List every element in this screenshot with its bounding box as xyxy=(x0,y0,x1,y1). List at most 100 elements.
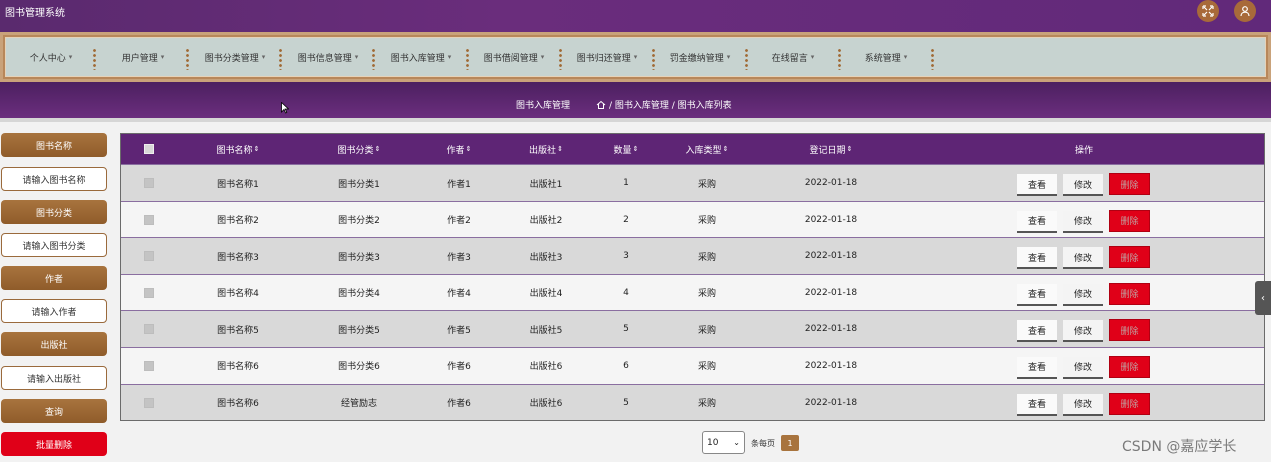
view-button[interactable]: 查看 xyxy=(1017,283,1057,306)
row-checkbox[interactable] xyxy=(139,385,159,421)
table-cell: 经管励志 xyxy=(340,399,377,410)
column-header-label: 图书名称 xyxy=(216,145,253,156)
row-checkbox[interactable] xyxy=(139,311,159,347)
checkbox-icon xyxy=(144,214,154,225)
checkbox-icon xyxy=(144,397,154,408)
table-cell: 作者5 xyxy=(447,325,471,336)
nav-item-personal-center[interactable]: 个人中心 ▾ xyxy=(5,37,97,77)
nav-item-book-return[interactable]: 图书归还管理 ▾ xyxy=(561,37,653,77)
table-cell: 图书分类2 xyxy=(338,216,380,227)
publisher-input[interactable]: 请输入出版社 xyxy=(1,366,107,390)
delete-button[interactable]: 删除 xyxy=(1109,282,1150,305)
edit-button[interactable]: 修改 xyxy=(1063,210,1103,233)
table-cell: 作者3 xyxy=(447,252,471,263)
sort-icon: ⇕ xyxy=(632,145,639,153)
stock-in-table: 图书名称 ⇕ 图书分类 ⇕ 作者 ⇕ 出版社 ⇕ 数量 ⇕ 入库类型 ⇕ 登记日期 ⇕ 操作 … xyxy=(120,133,1265,422)
author-input[interactable]: 请输入作者 xyxy=(1,299,107,323)
delete-button[interactable]: 删除 xyxy=(1109,209,1150,232)
view-button[interactable]: 查看 xyxy=(1017,393,1057,416)
edit-button[interactable]: 修改 xyxy=(1063,320,1103,343)
table-cell: 作者2 xyxy=(447,216,471,227)
view-button[interactable]: 查看 xyxy=(1017,174,1057,196)
table-cell: 图书名称2 xyxy=(217,216,259,227)
nav-item-book-stock-in[interactable]: 图书入库管理 ▾ xyxy=(375,37,467,77)
edit-button[interactable]: 修改 xyxy=(1063,283,1103,306)
batch-delete-button[interactable]: 批量删除 xyxy=(1,432,107,456)
user-icon[interactable] xyxy=(1234,0,1256,22)
table-cell: 作者6 xyxy=(447,399,471,410)
nav-item-label: 图书归还管理 xyxy=(576,53,631,64)
view-button[interactable]: 查看 xyxy=(1017,210,1057,233)
table-row: 图书名称6 经管励志 作者6 出版社6 5 采购 2022-01-18 查看 修改 删除 xyxy=(121,383,1264,421)
chevron-down-icon: ▾ xyxy=(160,53,165,61)
page-size-select[interactable]: 10 ⌄ xyxy=(702,431,745,454)
nav-item-book-borrow[interactable]: 图书借阅管理 ▾ xyxy=(468,37,560,77)
row-checkbox[interactable] xyxy=(139,202,159,238)
top-bar: 图书管理系统 xyxy=(0,0,1271,32)
table-cell: 出版社4 xyxy=(529,289,563,300)
table-body: 图书名称1 图书分类1 作者1 出版社1 1 采购 2022-01-18 查看 修改 删除图书名称… xyxy=(121,164,1264,421)
checkbox-icon xyxy=(144,324,154,335)
view-button[interactable]: 查看 xyxy=(1017,356,1057,379)
table-cell: 出版社3 xyxy=(529,252,563,263)
column-header-publisher[interactable]: 出版社 ⇕ xyxy=(501,134,591,164)
sort-icon: ⇕ xyxy=(846,145,853,153)
table-cell: 图书分类4 xyxy=(338,289,380,300)
chevron-down-icon: ▾ xyxy=(354,53,359,61)
search-button[interactable]: 查询 xyxy=(1,399,107,423)
delete-button[interactable]: 删除 xyxy=(1109,173,1150,195)
table-cell: 图书分类1 xyxy=(338,179,380,190)
home-icon[interactable] xyxy=(596,100,606,110)
row-checkbox[interactable] xyxy=(139,165,159,201)
table-cell: 图书分类6 xyxy=(338,362,380,373)
column-header-stock-type[interactable]: 入库类型 ⇕ xyxy=(661,134,753,164)
page-button-current[interactable]: 1 xyxy=(781,435,799,451)
collapse-panel-handle[interactable]: ‹ xyxy=(1255,281,1271,315)
table-cell: 采购 xyxy=(697,325,716,336)
nav-item-label: 系统管理 xyxy=(864,53,901,64)
fullscreen-icon[interactable] xyxy=(1197,0,1219,22)
page-title: 图书入库管理 xyxy=(516,101,571,111)
table-cell: 图书名称6 xyxy=(217,399,259,410)
table-cell: 2022-01-18 xyxy=(804,287,858,298)
column-header-quantity[interactable]: 数量 ⇕ xyxy=(591,134,661,164)
per-page-label: 条每页 xyxy=(751,439,775,448)
nav-item-online-message[interactable]: 在线留言 ▾ xyxy=(747,37,839,77)
column-header-category[interactable]: 图书分类 ⇕ xyxy=(314,134,404,164)
nav-item-book-category[interactable]: 图书分类管理 ▾ xyxy=(189,37,281,77)
breadcrumb-path[interactable]: / 图书入库管理 / 图书入库列表 xyxy=(609,98,732,111)
table-row: 图书名称1 图书分类1 作者1 出版社1 1 采购 2022-01-18 查看 修改 删除 xyxy=(121,164,1264,201)
column-header-date[interactable]: 登记日期 ⇕ xyxy=(781,134,881,164)
nav-item-label: 用户管理 xyxy=(121,53,158,64)
edit-button[interactable]: 修改 xyxy=(1063,393,1103,416)
table-row: 图书名称4 图书分类4 作者4 出版社4 4 采购 2022-01-18 查看 修改 删除 xyxy=(121,273,1264,311)
table-cell: 图书名称4 xyxy=(217,289,259,300)
delete-button[interactable]: 删除 xyxy=(1109,319,1150,342)
table-header: 图书名称 ⇕ 图书分类 ⇕ 作者 ⇕ 出版社 ⇕ 数量 ⇕ 入库类型 ⇕ 登记日期 ⇕ 操作 xyxy=(121,134,1264,164)
nav-item-book-info[interactable]: 图书信息管理 ▾ xyxy=(282,37,374,77)
book-category-input[interactable]: 请输入图书分类 xyxy=(1,233,107,257)
table-cell: 2022-01-18 xyxy=(804,251,858,262)
checkbox-icon xyxy=(144,178,154,188)
book-name-input[interactable]: 请输入图书名称 xyxy=(1,167,107,191)
table-row: 图书名称5 图书分类5 作者5 出版社5 5 采购 2022-01-18 查看 修改 删除 xyxy=(121,310,1264,347)
column-header-book-name[interactable]: 图书名称 ⇕ xyxy=(193,134,283,164)
nav-item-fine-payment[interactable]: 罚金缴纳管理 ▾ xyxy=(654,37,746,77)
edit-button[interactable]: 修改 xyxy=(1063,247,1103,270)
select-all-checkbox[interactable] xyxy=(139,134,159,164)
row-checkbox[interactable] xyxy=(139,275,159,311)
view-button[interactable]: 查看 xyxy=(1017,320,1057,343)
view-button[interactable]: 查看 xyxy=(1017,247,1057,270)
delete-button[interactable]: 删除 xyxy=(1109,246,1150,269)
row-checkbox[interactable] xyxy=(139,238,159,274)
table-cell: 采购 xyxy=(697,179,716,190)
row-checkbox[interactable] xyxy=(139,348,159,384)
edit-button[interactable]: 修改 xyxy=(1063,356,1103,379)
edit-button[interactable]: 修改 xyxy=(1063,174,1103,196)
nav-item-user-management[interactable]: 用户管理 ▾ xyxy=(97,37,189,77)
delete-button[interactable]: 删除 xyxy=(1109,355,1150,378)
nav-item-system-management[interactable]: 系统管理 ▾ xyxy=(840,37,932,77)
table-cell: 出版社5 xyxy=(529,325,563,336)
column-header-author[interactable]: 作者 ⇕ xyxy=(421,134,497,164)
delete-button[interactable]: 删除 xyxy=(1109,392,1150,415)
